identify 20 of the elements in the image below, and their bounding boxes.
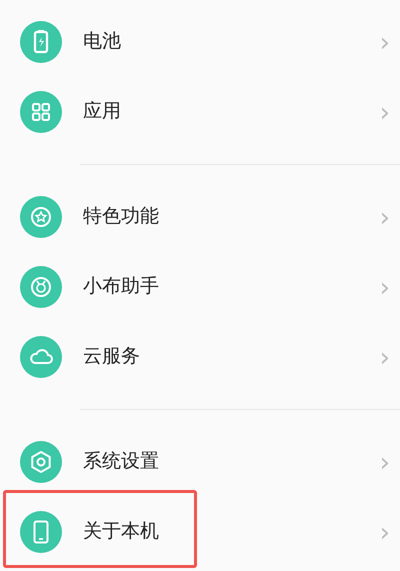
chevron-icon: ›	[380, 100, 390, 126]
chevron-icon: ›	[380, 205, 390, 231]
menu-item-label[interactable]: 系统设置	[83, 447, 159, 476]
chevron-icon: ›	[380, 345, 390, 371]
cloud-icon	[20, 336, 62, 378]
menu-item-label[interactable]: 应用	[83, 97, 121, 126]
assistant-icon	[20, 266, 62, 308]
menu-item-label[interactable]: 特色功能	[83, 202, 159, 231]
chevron-icon: ›	[380, 520, 390, 546]
chevron-icon: ›	[380, 30, 390, 56]
chevron-icon: ›	[380, 450, 390, 476]
battery-icon	[20, 20, 62, 62]
menu-item-label[interactable]: 云服务	[83, 342, 140, 371]
phone-icon	[20, 510, 62, 552]
settings-icon	[20, 440, 62, 482]
menu-item-label[interactable]: 电池	[83, 27, 121, 56]
menu-item-label[interactable]: 关于本机	[83, 517, 159, 546]
grid-icon	[20, 90, 62, 132]
chevron-icon: ›	[380, 275, 390, 301]
menu-item-label[interactable]: 小布助手	[83, 272, 159, 301]
